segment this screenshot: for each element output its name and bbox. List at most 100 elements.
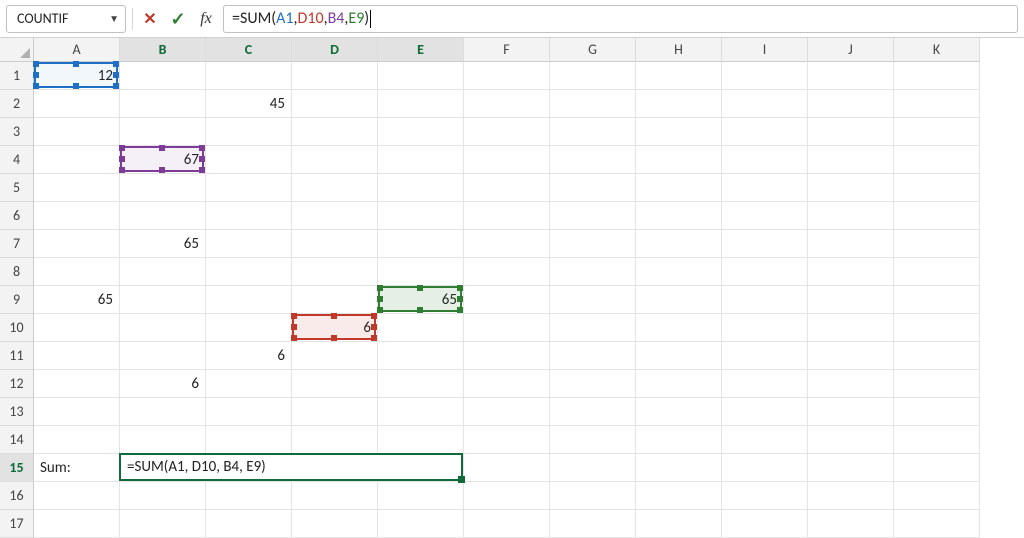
cell-B1[interactable] xyxy=(120,62,206,90)
cell-H2[interactable] xyxy=(636,90,722,118)
row-header-2[interactable]: 2 xyxy=(0,90,34,118)
cell-I12[interactable] xyxy=(722,370,808,398)
cell-J4[interactable] xyxy=(808,146,894,174)
cell-J13[interactable] xyxy=(808,398,894,426)
cell-G5[interactable] xyxy=(550,174,636,202)
cell-A5[interactable] xyxy=(34,174,120,202)
cell-H1[interactable] xyxy=(636,62,722,90)
cell-G6[interactable] xyxy=(550,202,636,230)
cell-B17[interactable] xyxy=(120,510,206,538)
cell-F17[interactable] xyxy=(464,510,550,538)
cell-F4[interactable] xyxy=(464,146,550,174)
cell-E14[interactable] xyxy=(378,426,464,454)
cell-C13[interactable] xyxy=(206,398,292,426)
cell-K6[interactable] xyxy=(894,202,980,230)
chevron-down-icon[interactable]: ▼ xyxy=(109,12,119,25)
cell-I9[interactable] xyxy=(722,286,808,314)
cell-F1[interactable] xyxy=(464,62,550,90)
cell-K8[interactable] xyxy=(894,258,980,286)
row-header-7[interactable]: 7 xyxy=(0,230,34,258)
cell-K9[interactable] xyxy=(894,286,980,314)
cell-K2[interactable] xyxy=(894,90,980,118)
cell-A11[interactable] xyxy=(34,342,120,370)
cell-D8[interactable] xyxy=(292,258,378,286)
column-header-C[interactable]: C xyxy=(206,38,292,62)
cell-J16[interactable] xyxy=(808,482,894,510)
cell-K15[interactable] xyxy=(894,454,980,482)
insert-function-button[interactable]: fx xyxy=(195,8,217,30)
cell-G11[interactable] xyxy=(550,342,636,370)
row-header-11[interactable]: 11 xyxy=(0,342,34,370)
cell-E3[interactable] xyxy=(378,118,464,146)
accept-button[interactable]: ✓ xyxy=(167,8,189,30)
cell-G9[interactable] xyxy=(550,286,636,314)
cell-H5[interactable] xyxy=(636,174,722,202)
cell-C16[interactable] xyxy=(206,482,292,510)
formula-input[interactable]: =SUM(A1, D10, B4, E9) xyxy=(223,5,1018,33)
cell-B16[interactable] xyxy=(120,482,206,510)
cell-A9[interactable]: 65 xyxy=(34,286,120,314)
column-header-G[interactable]: G xyxy=(550,38,636,62)
cell-E7[interactable] xyxy=(378,230,464,258)
cell-H9[interactable] xyxy=(636,286,722,314)
cell-D12[interactable] xyxy=(292,370,378,398)
cell-G15[interactable] xyxy=(550,454,636,482)
cell-H14[interactable] xyxy=(636,426,722,454)
cell-A17[interactable] xyxy=(34,510,120,538)
cell-F13[interactable] xyxy=(464,398,550,426)
cell-B13[interactable] xyxy=(120,398,206,426)
cell-B7[interactable]: 65 xyxy=(120,230,206,258)
cell-G13[interactable] xyxy=(550,398,636,426)
cell-G17[interactable] xyxy=(550,510,636,538)
cells-area[interactable]: 124567656565666Sum:=SUM(A1, D10, B4, E9) xyxy=(34,62,1024,538)
row-header-14[interactable]: 14 xyxy=(0,426,34,454)
cell-I13[interactable] xyxy=(722,398,808,426)
cell-G7[interactable] xyxy=(550,230,636,258)
cell-E2[interactable] xyxy=(378,90,464,118)
cell-A7[interactable] xyxy=(34,230,120,258)
row-header-9[interactable]: 9 xyxy=(0,286,34,314)
cell-J6[interactable] xyxy=(808,202,894,230)
cell-D16[interactable] xyxy=(292,482,378,510)
cell-K17[interactable] xyxy=(894,510,980,538)
cell-D13[interactable] xyxy=(292,398,378,426)
cell-A16[interactable] xyxy=(34,482,120,510)
cell-E12[interactable] xyxy=(378,370,464,398)
cell-A3[interactable] xyxy=(34,118,120,146)
column-header-F[interactable]: F xyxy=(464,38,550,62)
cell-J9[interactable] xyxy=(808,286,894,314)
cell-I11[interactable] xyxy=(722,342,808,370)
cell-B2[interactable] xyxy=(120,90,206,118)
cell-F14[interactable] xyxy=(464,426,550,454)
fill-handle[interactable] xyxy=(458,476,465,483)
cancel-button[interactable]: ✕ xyxy=(139,8,161,30)
cell-D17[interactable] xyxy=(292,510,378,538)
cell-B4[interactable]: 67 xyxy=(120,146,206,174)
cell-H13[interactable] xyxy=(636,398,722,426)
cell-F8[interactable] xyxy=(464,258,550,286)
row-header-16[interactable]: 16 xyxy=(0,482,34,510)
row-header-5[interactable]: 5 xyxy=(0,174,34,202)
cell-E17[interactable] xyxy=(378,510,464,538)
cell-B11[interactable] xyxy=(120,342,206,370)
cell-G4[interactable] xyxy=(550,146,636,174)
cell-J12[interactable] xyxy=(808,370,894,398)
cell-K14[interactable] xyxy=(894,426,980,454)
row-header-13[interactable]: 13 xyxy=(0,398,34,426)
cell-H17[interactable] xyxy=(636,510,722,538)
cell-D7[interactable] xyxy=(292,230,378,258)
row-header-1[interactable]: 1 xyxy=(0,62,34,90)
cell-D14[interactable] xyxy=(292,426,378,454)
cell-C2[interactable]: 45 xyxy=(206,90,292,118)
cell-D6[interactable] xyxy=(292,202,378,230)
cell-J3[interactable] xyxy=(808,118,894,146)
cell-C7[interactable] xyxy=(206,230,292,258)
cell-B8[interactable] xyxy=(120,258,206,286)
cell-F7[interactable] xyxy=(464,230,550,258)
cell-C12[interactable] xyxy=(206,370,292,398)
cell-D5[interactable] xyxy=(292,174,378,202)
cell-E6[interactable] xyxy=(378,202,464,230)
column-header-K[interactable]: K xyxy=(894,38,980,62)
cell-A1[interactable]: 12 xyxy=(34,62,120,90)
cell-E5[interactable] xyxy=(378,174,464,202)
